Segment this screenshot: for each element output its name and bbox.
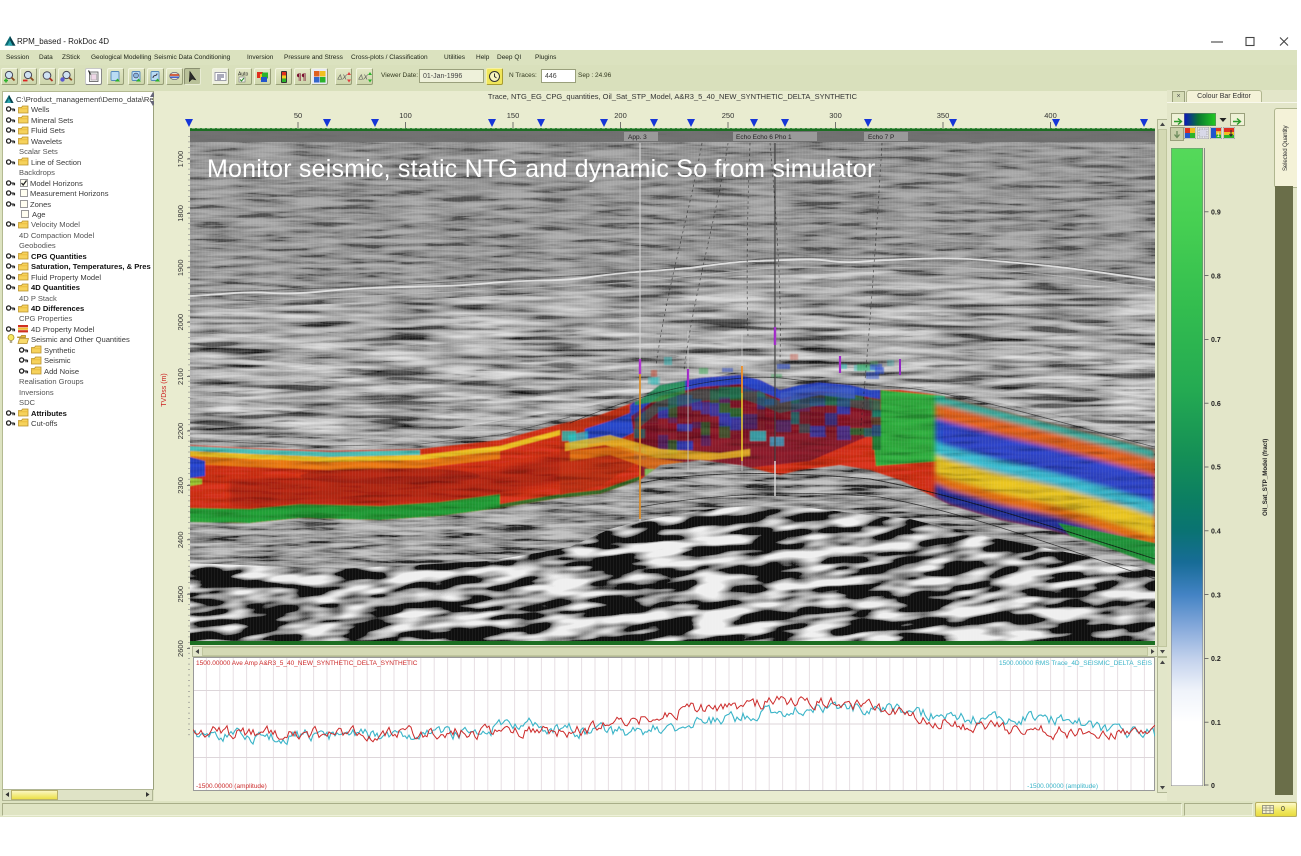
svg-text:-1500.00000 (amplitude): -1500.00000 (amplitude)	[196, 783, 267, 790]
svg-text:ΔX: ΔX	[358, 75, 368, 82]
svg-text:Monitor seismic, static NTG an: Monitor seismic, static NTG and dynamic …	[207, 155, 876, 183]
svg-text:¶¶: ¶¶	[297, 72, 307, 82]
svg-text:0.1: 0.1	[1211, 720, 1221, 727]
svg-text:1700: 1700	[176, 151, 185, 168]
svg-text:2200: 2200	[176, 423, 185, 440]
svg-text:1500.00000 Ave Amp A&R3_5_40_N: 1500.00000 Ave Amp A&R3_5_40_NEW_SYNTHET…	[196, 660, 418, 667]
svg-text:200: 200	[614, 111, 627, 120]
svg-text:250: 250	[722, 111, 735, 120]
svg-text:100: 100	[399, 111, 412, 120]
svg-text:2500: 2500	[176, 586, 185, 603]
svg-text:2000: 2000	[176, 314, 185, 331]
svg-text:150: 150	[507, 111, 520, 120]
svg-text:350: 350	[937, 111, 950, 120]
svg-text:0.6: 0.6	[1211, 401, 1221, 408]
svg-text:0.4: 0.4	[1211, 529, 1221, 536]
svg-text:2400: 2400	[176, 531, 185, 548]
svg-text:0.8: 0.8	[1211, 273, 1221, 280]
svg-text:Echo 7 P: Echo 7 P	[868, 134, 894, 141]
svg-text:1800: 1800	[176, 205, 185, 222]
svg-text:0.5: 0.5	[1211, 465, 1221, 472]
svg-text:0.9: 0.9	[1211, 210, 1221, 217]
svg-text:Echo Echo 6 Pho 1: Echo Echo 6 Pho 1	[736, 134, 792, 141]
svg-text:2600: 2600	[176, 640, 185, 657]
svg-text:1900: 1900	[176, 259, 185, 276]
svg-text:300: 300	[829, 111, 842, 120]
svg-text:1500.00000 RMS Trace_4D_SEISMI: 1500.00000 RMS Trace_4D_SEISMIC_DELTA_SE…	[999, 660, 1153, 667]
svg-text:0: 0	[1211, 783, 1215, 790]
svg-text:0.7: 0.7	[1211, 337, 1221, 344]
svg-text:Auto: Auto	[238, 72, 249, 78]
svg-text:2100: 2100	[176, 368, 185, 385]
svg-text:0.2: 0.2	[1211, 656, 1221, 663]
svg-text:App. 3: App. 3	[628, 134, 647, 141]
svg-text:ΔX: ΔX	[337, 75, 347, 82]
svg-text:-1500.00000 (amplitude): -1500.00000 (amplitude)	[1027, 783, 1098, 790]
svg-text:400: 400	[1044, 111, 1057, 120]
svg-text:TVDss (m): TVDss (m)	[161, 373, 168, 406]
svg-text:50: 50	[294, 111, 302, 120]
svg-text:2300: 2300	[176, 477, 185, 494]
svg-text:0.3: 0.3	[1211, 592, 1221, 599]
